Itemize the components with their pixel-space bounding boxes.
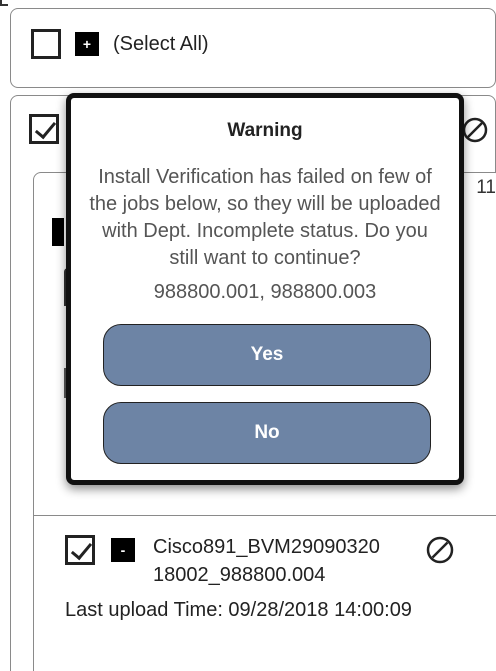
app-screen: + (Select All) 11 - Cisco891_BVM29090320…: [0, 0, 496, 671]
expand-all-button[interactable]: +: [75, 32, 99, 56]
list-header: [29, 114, 59, 144]
header-ban-icon[interactable]: [461, 116, 489, 144]
warning-dialog: Warning Install Verification has failed …: [66, 93, 464, 485]
clipped-card-edge: [0, 0, 8, 6]
select-all-checkbox[interactable]: [31, 29, 61, 59]
header-checkbox[interactable]: [29, 114, 59, 144]
failed-job-numbers: 988800.001, 988800.003: [153, 281, 377, 303]
job-item-row[interactable]: - Cisco891_BVM29090320 18002_988800.004: [65, 533, 465, 589]
side-number: 11: [476, 177, 496, 198]
row-divider: [33, 515, 496, 516]
select-all-label: (Select All): [113, 32, 209, 55]
warning-message: Install Verification has failed on few o…: [89, 166, 441, 269]
last-upload-time: Last upload Time: 09/28/2018 14:00:09: [65, 599, 412, 621]
ban-icon-svg: [426, 536, 454, 564]
warning-title: Warning: [227, 120, 303, 141]
ban-icon-svg: [462, 117, 488, 143]
select-all-card: + (Select All): [10, 8, 496, 88]
job-item-title: Cisco891_BVM29090320 18002_988800.004: [153, 536, 380, 586]
no-button[interactable]: No: [103, 402, 431, 464]
select-all-row[interactable]: + (Select All): [31, 29, 209, 59]
yes-button[interactable]: Yes: [103, 324, 431, 386]
collapse-item-button[interactable]: -: [111, 538, 135, 562]
collapsed-button-fragment: [52, 218, 64, 246]
job-item-ban-icon[interactable]: [425, 535, 455, 565]
job-item-checkbox[interactable]: [65, 535, 95, 565]
